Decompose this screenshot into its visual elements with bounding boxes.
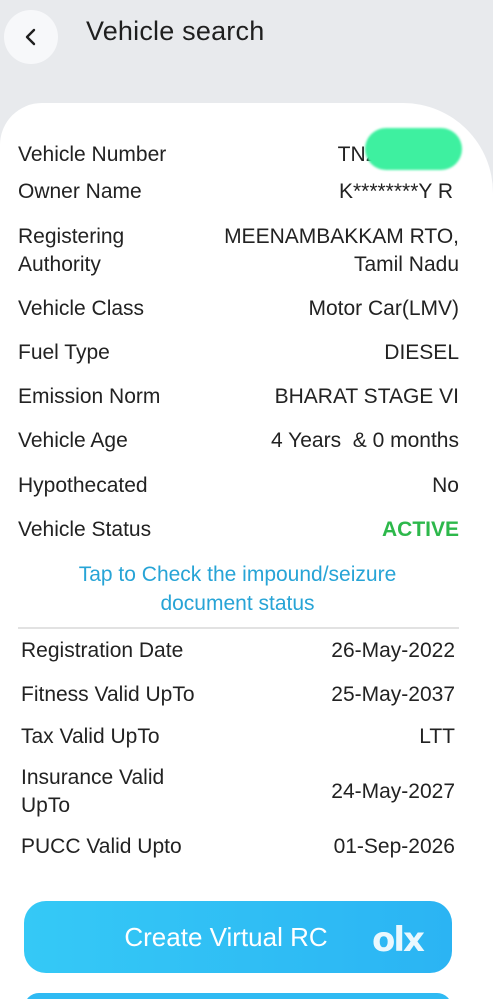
registering-authority-label-line1: Registering [18, 225, 125, 248]
row-pucc-valid: PUCC Valid Upto 01-Sep-2026 [21, 833, 455, 861]
row-fitness-valid: Fitness Valid UpTo 25-May-2037 [21, 681, 455, 709]
insurance-valid-label-line2: UpTo [21, 794, 71, 817]
hypothecated-label: Hypothecated [18, 474, 148, 497]
vehicle-class-label: Vehicle Class [18, 297, 145, 320]
row-vehicle-class: Vehicle Class Motor Car(LMV) [18, 295, 459, 323]
row-owner-name: Owner Name K********Y R [18, 178, 459, 206]
registration-date-label: Registration Date [21, 639, 184, 662]
fuel-type-label: Fuel Type [18, 341, 110, 364]
hypothecated-value: No [432, 474, 459, 497]
owner-name-label: Owner Name [18, 180, 142, 203]
fitness-valid-value: 25-May-2037 [331, 683, 455, 706]
row-hypothecated: Hypothecated No [18, 472, 459, 500]
section-divider [18, 627, 459, 629]
row-vehicle-status: Vehicle Status ACTIVE [18, 516, 459, 544]
row-registration-date: Registration Date 26-May-2022 [21, 637, 455, 665]
secondary-button[interactable] [24, 993, 452, 999]
vehicle-age-value: 4 Years & 0 months [271, 429, 459, 452]
row-tax-valid: Tax Valid UpTo LTT [21, 723, 455, 751]
row-vehicle-age: Vehicle Age 4 Years & 0 months [18, 427, 459, 455]
registering-authority-value-line2: Tamil Nadu [353, 253, 459, 276]
row-emission-norm: Emission Norm BHARAT STAGE VI [18, 383, 459, 411]
pucc-valid-label: PUCC Valid Upto [21, 835, 182, 858]
tax-valid-value: LTT [419, 725, 455, 748]
chevron-left-icon [25, 28, 36, 46]
fitness-valid-label: Fitness Valid UpTo [21, 683, 195, 706]
row-fuel-type: Fuel Type DIESEL [18, 339, 459, 367]
vehicle-status-label: Vehicle Status [18, 518, 152, 541]
insurance-valid-value: 24-May-2027 [331, 780, 455, 803]
status-badge: ACTIVE [381, 518, 459, 541]
owner-name-value: K********Y R [338, 180, 453, 203]
row-registering-authority: Registering Authority MEENAMBAKKAM RTO, … [18, 223, 459, 279]
olx-watermark: olx [372, 920, 425, 960]
emission-norm-label: Emission Norm [18, 385, 161, 408]
app-header: Vehicle search [0, 0, 493, 110]
insurance-valid-label-line1: Insurance Valid [21, 766, 165, 789]
vehicle-age-label: Vehicle Age [18, 429, 128, 452]
impound-status-link[interactable]: Tap to Check the impound/seizure documen… [0, 560, 475, 618]
vehicle-class-value: Motor Car(LMV) [308, 297, 459, 320]
insurance-valid-label: Insurance Valid UpTo [21, 764, 164, 820]
vehicle-number-label: Vehicle Number [18, 143, 167, 166]
back-button[interactable] [4, 10, 58, 64]
page-title: Vehicle search [86, 16, 265, 46]
registering-authority-label: Registering Authority [18, 223, 124, 279]
redaction-mark [365, 128, 462, 170]
emission-norm-value: BHARAT STAGE VI [274, 385, 459, 408]
fuel-type-value: DIESEL [384, 341, 459, 364]
row-insurance-valid: Insurance Valid UpTo 24-May-2027 [21, 764, 455, 820]
impound-link-line1: Tap to Check the impound/seizure [78, 563, 397, 586]
registering-authority-value: MEENAMBAKKAM RTO, Tamil Nadu [224, 223, 459, 279]
pucc-valid-value: 01-Sep-2026 [333, 835, 455, 858]
registering-authority-label-line2: Authority [18, 253, 101, 276]
registering-authority-value-line1: MEENAMBAKKAM RTO, [224, 225, 459, 248]
tax-valid-label: Tax Valid UpTo [21, 725, 160, 748]
registration-date-value: 26-May-2022 [331, 639, 455, 662]
impound-link-line2: document status [160, 592, 315, 615]
